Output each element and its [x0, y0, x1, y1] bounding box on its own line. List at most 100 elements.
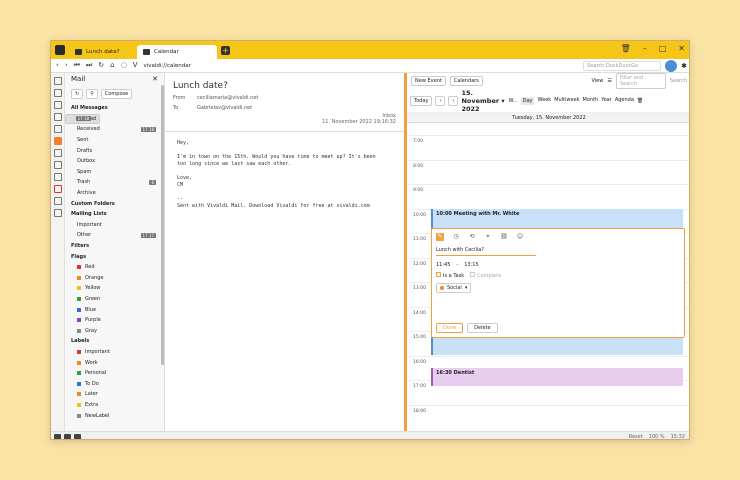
folder-item[interactable]: Received 17 18: [65, 124, 164, 135]
view-multiweek[interactable]: Multiweek: [554, 97, 579, 105]
folder-item[interactable]: Filters: [65, 241, 164, 252]
folder-item[interactable]: Orange: [65, 273, 164, 284]
history-icon[interactable]: [54, 101, 62, 109]
folder-item[interactable]: Custom Folders: [65, 198, 164, 209]
folder-item[interactable]: Archive: [65, 188, 164, 199]
today-button[interactable]: Today: [410, 95, 433, 106]
from-address[interactable]: ceciliamaria@vivaldi.net: [197, 95, 258, 101]
end-time[interactable]: 13:15: [464, 262, 478, 268]
add-panel-icon[interactable]: [54, 209, 62, 217]
search-button[interactable]: Search: [670, 78, 687, 84]
downloads-icon[interactable]: [54, 89, 62, 97]
tiling-icon[interactable]: [64, 433, 71, 439]
repeat-icon[interactable]: ⟲: [468, 233, 476, 241]
zoom-level[interactable]: 100 %: [649, 434, 665, 440]
folder-item[interactable]: Other 17 17: [65, 230, 164, 241]
folder-item[interactable]: Yellow: [65, 283, 164, 294]
category-select[interactable]: Social ▾: [436, 283, 472, 293]
folder-item[interactable]: Spam: [65, 167, 164, 178]
fast-forward-icon[interactable]: ⏭: [86, 61, 92, 70]
folder-item[interactable]: Green: [65, 294, 164, 305]
filter-input[interactable]: Filter and Search: [615, 73, 666, 89]
new-event-button[interactable]: New Event: [411, 76, 446, 86]
tab-mail[interactable]: Lunch date?: [69, 45, 137, 59]
folder-item[interactable]: Purple: [65, 315, 164, 326]
window-icon[interactable]: [54, 125, 62, 133]
close-icon[interactable]: ✕: [678, 44, 685, 53]
folder-item[interactable]: Gray: [65, 325, 164, 336]
view-layout-icon[interactable]: ☰: [607, 78, 611, 84]
edit-icon[interactable]: ✎: [436, 233, 444, 241]
event-title-input[interactable]: Lunch with Cecilia?: [436, 245, 536, 256]
shield-icon[interactable]: ◌: [121, 61, 127, 70]
compose-button[interactable]: Compose: [100, 89, 133, 99]
folder-item[interactable]: To Do: [65, 378, 164, 389]
new-tab-button[interactable]: +: [221, 45, 230, 55]
view-week[interactable]: Week: [537, 97, 551, 105]
folder-item[interactable]: Mailing Lists: [65, 209, 164, 220]
mail-icon[interactable]: [54, 137, 62, 145]
is-task-checkbox[interactable]: Is a Task: [436, 272, 464, 279]
view-day[interactable]: Day: [520, 96, 535, 105]
folder-item[interactable]: NewLabel: [65, 410, 164, 421]
calendar-icon[interactable]: [54, 149, 62, 157]
next-button[interactable]: ›: [448, 95, 459, 106]
hour-row[interactable]: 7:00: [407, 135, 689, 160]
folder-item[interactable]: Extra: [65, 400, 164, 411]
prev-button[interactable]: ‹: [435, 95, 446, 106]
done-button[interactable]: Done: [436, 323, 464, 333]
clock-icon[interactable]: ◷: [452, 233, 460, 241]
panel-toggle-icon[interactable]: [54, 433, 61, 439]
contacts-icon[interactable]: [54, 173, 62, 181]
notes-icon[interactable]: [54, 113, 62, 121]
capture-icon[interactable]: [74, 433, 81, 439]
v-icon[interactable]: V: [133, 61, 138, 70]
view-agenda[interactable]: Agenda: [615, 97, 634, 105]
location-icon[interactable]: ⌖: [484, 233, 492, 241]
wikipedia-icon[interactable]: [54, 197, 62, 205]
folder-item[interactable]: Unread17 18: [65, 113, 101, 125]
feeds-icon[interactable]: [54, 161, 62, 169]
bookmarks-icon[interactable]: [54, 77, 62, 85]
folder-item[interactable]: Trash 6: [65, 177, 164, 188]
close-icon[interactable]: ✕: [152, 75, 158, 83]
vivaldi-icon[interactable]: [54, 185, 62, 193]
start-time[interactable]: 11:45: [436, 262, 450, 268]
vivaldi-logo-icon[interactable]: [55, 45, 65, 55]
extensions-icon[interactable]: ✱: [681, 62, 687, 70]
folder-item[interactable]: Blue: [65, 304, 164, 315]
attendees-icon[interactable]: ☺: [516, 233, 524, 241]
view-year[interactable]: Year: [601, 97, 612, 105]
reload-icon[interactable]: ↻: [98, 61, 104, 70]
maximize-icon[interactable]: □: [659, 44, 667, 53]
scrollbar[interactable]: [161, 85, 164, 365]
tab-calendar[interactable]: Calendar: [137, 45, 217, 59]
home-icon[interactable]: ⌂: [110, 61, 114, 70]
folder-item[interactable]: Later: [65, 389, 164, 400]
calendar-event[interactable]: 16:30 Dentist: [431, 367, 683, 387]
hour-row[interactable]: 8:00: [407, 159, 689, 185]
forward-icon[interactable]: ›: [65, 61, 68, 70]
folder-item[interactable]: Labels: [65, 336, 164, 347]
folder-item[interactable]: Important: [65, 220, 164, 231]
folder-item[interactable]: Work: [65, 357, 164, 368]
day-grid[interactable]: 7:00 8:00 9:00 10:00 11:00 12:00 13:00 14:00 15:…: [407, 135, 689, 425]
rewind-icon[interactable]: ⏮: [74, 61, 80, 70]
minimize-icon[interactable]: –: [643, 44, 647, 53]
hour-row[interactable]: 9:00: [407, 184, 689, 209]
trash-icon[interactable]: 🗑: [621, 44, 631, 53]
folder-item[interactable]: Personal: [65, 368, 164, 379]
date-picker[interactable]: 15. November ▾ 2022: [461, 89, 505, 113]
link-icon[interactable]: ⛓: [500, 233, 508, 241]
folder-item[interactable]: Important: [65, 347, 164, 358]
folder-item[interactable]: Red: [65, 262, 164, 273]
url-field[interactable]: vivaldi://calendar: [143, 63, 583, 69]
folder-item[interactable]: All Messages: [65, 103, 164, 114]
search-input[interactable]: Search DuckDuckGo: [583, 60, 662, 71]
delete-button[interactable]: Delete: [467, 323, 498, 333]
back-icon[interactable]: ‹: [56, 61, 59, 70]
filter-button[interactable]: ⚲: [86, 89, 98, 99]
delete-icon[interactable]: 🗑: [637, 98, 643, 104]
profile-avatar[interactable]: [665, 59, 678, 72]
hour-row[interactable]: 18:00: [407, 404, 689, 430]
